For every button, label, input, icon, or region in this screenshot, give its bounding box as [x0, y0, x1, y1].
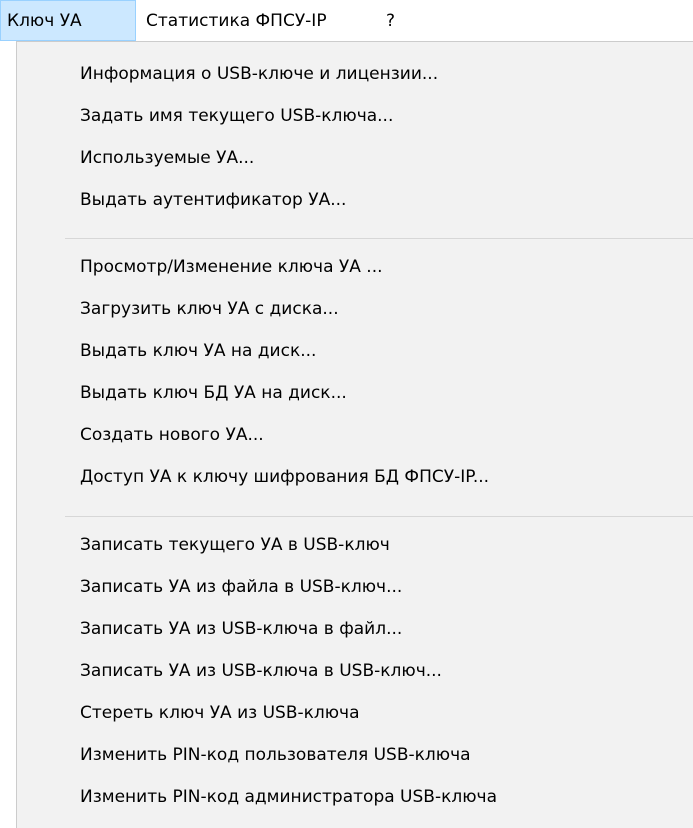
menu-item-issue-authenticator[interactable]: Выдать аутентификатор УА... — [17, 180, 693, 220]
menu-item-change-admin-pin[interactable]: Изменить PIN-код администратора USB-ключ… — [17, 777, 693, 817]
menu-item-create-new-ua[interactable]: Создать нового УА... — [17, 415, 693, 455]
menu-bar: Ключ УА Статистика ФПСУ-IP ? — [0, 0, 693, 41]
menu-item-write-ua-from-file-to-usb[interactable]: Записать УА из файла в USB-ключ... — [17, 567, 693, 607]
menu-item-change-user-pin[interactable]: Изменить PIN-код пользователя USB-ключа — [17, 735, 693, 775]
menu-item-export-db-key-to-disk[interactable]: Выдать ключ БД УА на диск... — [17, 373, 693, 413]
menu-item-write-ua-from-usb-to-file[interactable]: Записать УА из USB-ключа в файл... — [17, 609, 693, 649]
menubar-item-statistics[interactable]: Статистика ФПСУ-IP — [136, 0, 362, 41]
menu-separator — [65, 238, 693, 239]
menu-separator — [65, 516, 693, 517]
menu-item-write-ua-usb-to-usb[interactable]: Записать УА из USB-ключа в USB-ключ... — [17, 651, 693, 691]
menu-item-export-key-to-disk[interactable]: Выдать ключ УА на диск... — [17, 331, 693, 371]
menu-item-used-ua[interactable]: Используемые УА... — [17, 138, 693, 178]
menu-item-set-usb-key-name[interactable]: Задать имя текущего USB-ключа... — [17, 96, 693, 136]
menubar-item-usb-key[interactable]: Ключ УА — [0, 0, 136, 41]
dropdown-menu: Информация о USB-ключе и лицензии... Зад… — [16, 41, 693, 828]
menu-item-usb-key-info[interactable]: Информация о USB-ключе и лицензии... — [17, 54, 693, 94]
menu-item-load-key-from-disk[interactable]: Загрузить ключ УА с диска... — [17, 289, 693, 329]
menu-item-ua-db-encryption-access[interactable]: Доступ УА к ключу шифрования БД ФПСУ-IP.… — [17, 457, 693, 497]
menubar-item-help[interactable]: ? — [362, 0, 401, 41]
menu-item-write-current-ua-to-usb[interactable]: Записать текущего УА в USB-ключ — [17, 525, 693, 565]
menu-item-erase-ua-key-from-usb[interactable]: Стереть ключ УА из USB-ключа — [17, 693, 693, 733]
menu-item-view-edit-key[interactable]: Просмотр/Изменение ключа УА ... — [17, 247, 693, 287]
